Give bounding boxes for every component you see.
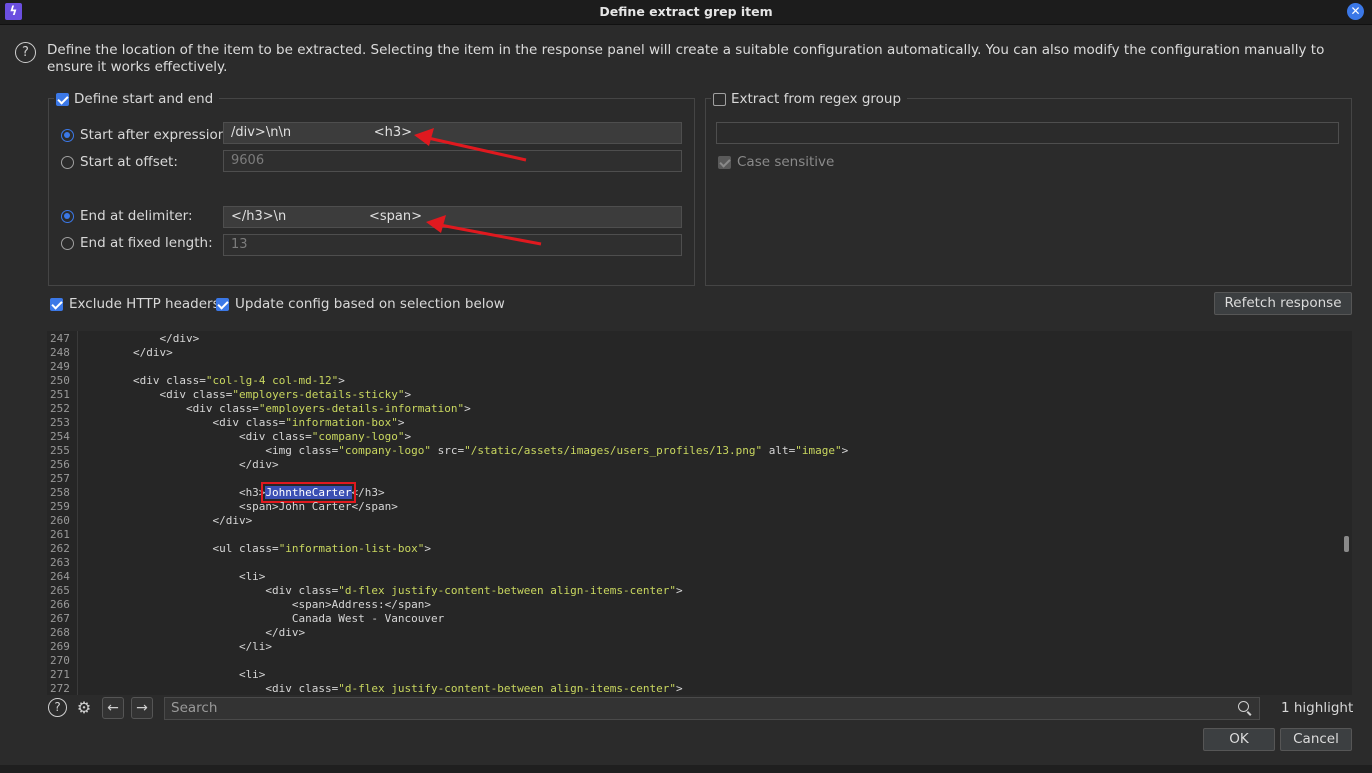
- line-number: 255: [50, 444, 70, 457]
- line-number: 262: [50, 542, 70, 555]
- code-text: <div class="employers-details-informatio…: [80, 402, 471, 415]
- line-number: 269: [50, 640, 70, 653]
- code-text: </div>: [80, 346, 173, 359]
- search-icon: [1238, 701, 1249, 712]
- line-number: 267: [50, 612, 70, 625]
- code-text: </li>: [80, 640, 273, 653]
- line-number: 258: [50, 486, 70, 499]
- previous-match-button[interactable]: ←: [102, 697, 124, 719]
- code-text: Canada West - Vancouver: [80, 612, 445, 625]
- line-number: 249: [50, 360, 70, 373]
- exclude-headers-option[interactable]: Exclude HTTP headers: [50, 296, 220, 312]
- response-editor[interactable]: 247 </div> 248 </div> 249 250 <div class="c…: [47, 331, 1352, 695]
- line-number: 270: [50, 654, 70, 667]
- update-config-label: Update config based on selection below: [235, 296, 505, 312]
- code-text: <span>John Carter</span>: [80, 500, 398, 513]
- line-number: 271: [50, 668, 70, 681]
- code-text: <span>Address:</span>: [80, 598, 431, 611]
- line-number: 268: [50, 626, 70, 639]
- gear-icon[interactable]: ⚙: [74, 698, 94, 718]
- line-number: 263: [50, 556, 70, 569]
- search-placeholder: Search: [171, 700, 218, 716]
- line-number: 265: [50, 584, 70, 597]
- help-icon-bottom[interactable]: ?: [48, 698, 67, 717]
- code-text: <div class="d-flex justify-content-betwe…: [80, 682, 683, 695]
- next-match-button[interactable]: →: [131, 697, 153, 719]
- line-number: 266: [50, 598, 70, 611]
- code-text: <div class="employers-details-sticky">: [80, 388, 412, 401]
- selected-highlight[interactable]: JohntheCarter: [261, 482, 356, 503]
- code-text: <li>: [80, 668, 266, 681]
- window-bottom-edge: [0, 765, 1372, 773]
- line-number: 259: [50, 500, 70, 513]
- code-text: <li>: [80, 570, 266, 583]
- end-arrow: [426, 215, 542, 246]
- code-text: </div>: [80, 514, 253, 527]
- cancel-button[interactable]: Cancel: [1280, 728, 1352, 751]
- start-arrow: [414, 128, 527, 162]
- editor-scrollbar[interactable]: [1344, 536, 1349, 552]
- code-text: <div class="col-lg-4 col-md-12">: [80, 374, 345, 387]
- code-text: </div>: [80, 332, 200, 345]
- ok-button[interactable]: OK: [1203, 728, 1275, 751]
- exclude-headers-label: Exclude HTTP headers: [69, 296, 220, 312]
- line-number: 251: [50, 388, 70, 401]
- line-number: 257: [50, 472, 70, 485]
- line-number: 256: [50, 458, 70, 471]
- code-text: <img class="company-logo" src="/static/a…: [80, 444, 849, 457]
- exclude-headers-checkbox[interactable]: [50, 297, 63, 311]
- line-number: 247: [50, 332, 70, 345]
- highlight-count: 1 highlight: [1281, 700, 1354, 716]
- code-text: </div>: [80, 626, 306, 639]
- line-number: 272: [50, 682, 70, 695]
- line-number: 254: [50, 430, 70, 443]
- line-number: 252: [50, 402, 70, 415]
- line-number: 264: [50, 570, 70, 583]
- line-number: 261: [50, 528, 70, 541]
- refetch-response-button[interactable]: Refetch response: [1214, 292, 1352, 315]
- code-text: <h3>JohntheCarter</h3>: [80, 482, 385, 503]
- code-text: <ul class="information-list-box">: [80, 542, 432, 555]
- line-number: 248: [50, 346, 70, 359]
- code-text: <div class="company-logo">: [80, 430, 412, 443]
- code-text: <div class="information-box">: [80, 416, 405, 429]
- update-config-option[interactable]: Update config based on selection below: [216, 296, 505, 312]
- line-number: 250: [50, 374, 70, 387]
- search-input[interactable]: Search: [164, 697, 1260, 720]
- code-text: <div class="d-flex justify-content-betwe…: [80, 584, 683, 597]
- line-number: 260: [50, 514, 70, 527]
- update-config-checkbox[interactable]: [216, 297, 229, 311]
- code-text: </div>: [80, 458, 279, 471]
- line-number: 253: [50, 416, 70, 429]
